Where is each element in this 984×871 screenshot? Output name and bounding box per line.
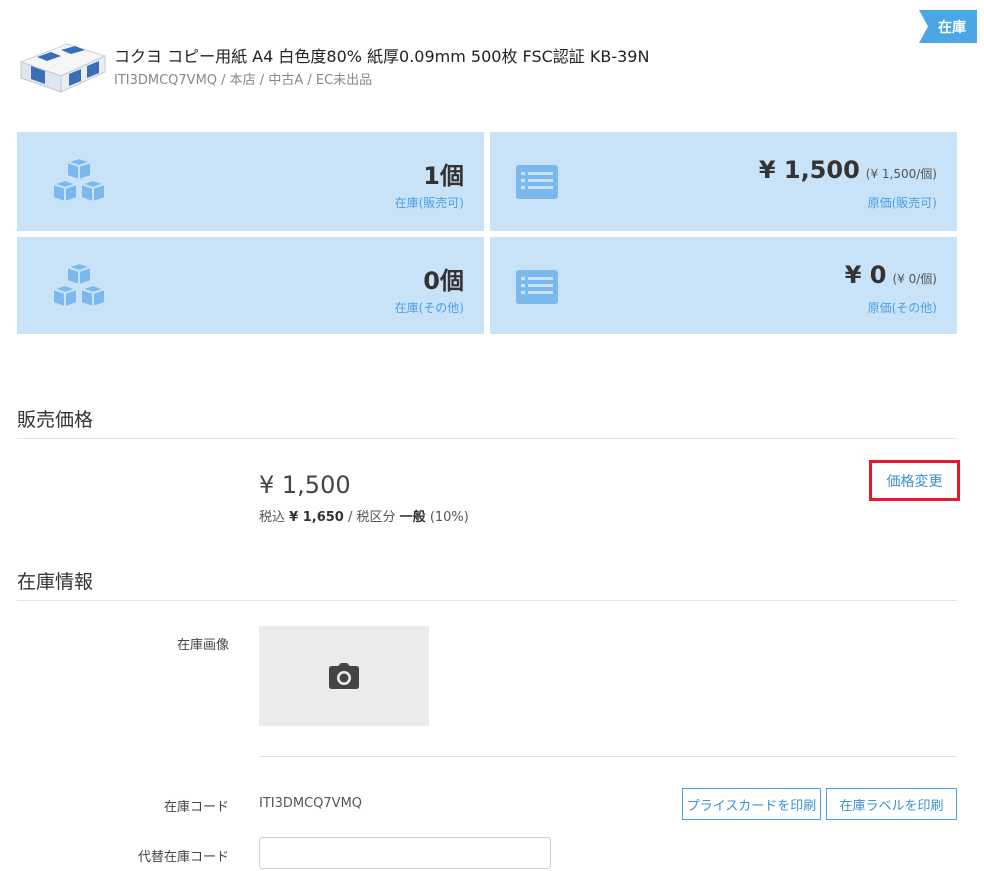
stock-other-label: 在庫(その他): [394, 301, 464, 315]
list-icon: [516, 165, 558, 199]
divider: [17, 438, 957, 439]
tax-class-label: / 税区分: [348, 510, 396, 525]
print-price-card-button[interactable]: プライスカードを印刷: [682, 788, 821, 820]
cost-sellable-value: ¥ 1,500 (¥ 1,500/個): [758, 156, 937, 184]
cost-sellable-label: 原価(販売可): [867, 196, 937, 210]
tax-prefix: 税込: [259, 510, 286, 525]
alt-stock-code-label: 代替在庫コード: [137, 850, 229, 865]
tax-included-price: ¥ 1,650: [289, 510, 344, 525]
product-title: コクヨ コピー用紙 A4 白色度80% 紙厚0.09mm 500枚 FSC認証 …: [114, 47, 650, 66]
product-image: [17, 40, 109, 94]
stock-image-upload[interactable]: [259, 626, 429, 726]
product-meta: ITI3DMCQ7VMQ / 本店 / 中古A / EC未出品: [114, 73, 373, 88]
sale-price: ¥ 1,500: [259, 471, 351, 499]
alt-stock-code-input[interactable]: [259, 837, 551, 869]
stock-code-label: 在庫コード: [163, 800, 229, 815]
change-price-button[interactable]: 価格変更: [869, 460, 960, 501]
stock-other-card: 0個 在庫(その他): [17, 237, 484, 334]
cost-other-label: 原価(その他): [867, 301, 937, 315]
stock-code-value: ITI3DMCQ7VMQ: [259, 796, 363, 811]
stock-image-label: 在庫画像: [176, 638, 229, 653]
stock-other-value: 0個: [423, 267, 464, 295]
tax-rate: (10%): [429, 510, 469, 525]
stock-sellable-card: 1個 在庫(販売可): [17, 132, 484, 231]
tax-class: 一般: [399, 510, 426, 525]
price-section-title: 販売価格: [17, 409, 94, 431]
cost-other-card: ¥ 0 (¥ 0/個) 原価(その他): [490, 237, 957, 334]
divider: [259, 756, 957, 757]
tax-info: 税込 ¥ 1,650 / 税区分 一般 (10%): [259, 506, 469, 525]
divider: [17, 600, 957, 601]
stock-sellable-label: 在庫(販売可): [394, 196, 464, 210]
stock-sellable-value: 1個: [423, 162, 464, 190]
boxes-icon: [51, 158, 107, 204]
status-badge: 在庫: [919, 10, 977, 43]
cost-other-unit: (¥ 0/個): [892, 272, 938, 286]
cost-sellable-card: ¥ 1,500 (¥ 1,500/個) 原価(販売可): [490, 132, 957, 231]
list-icon: [516, 270, 558, 304]
stock-section-title: 在庫情報: [17, 571, 94, 593]
boxes-icon: [51, 263, 107, 309]
print-stock-label-button[interactable]: 在庫ラベルを印刷: [826, 788, 957, 820]
cost-sellable-unit: (¥ 1,500/個): [865, 167, 937, 181]
cost-other-value: ¥ 0 (¥ 0/個): [844, 261, 938, 289]
camera-icon: [329, 663, 359, 689]
